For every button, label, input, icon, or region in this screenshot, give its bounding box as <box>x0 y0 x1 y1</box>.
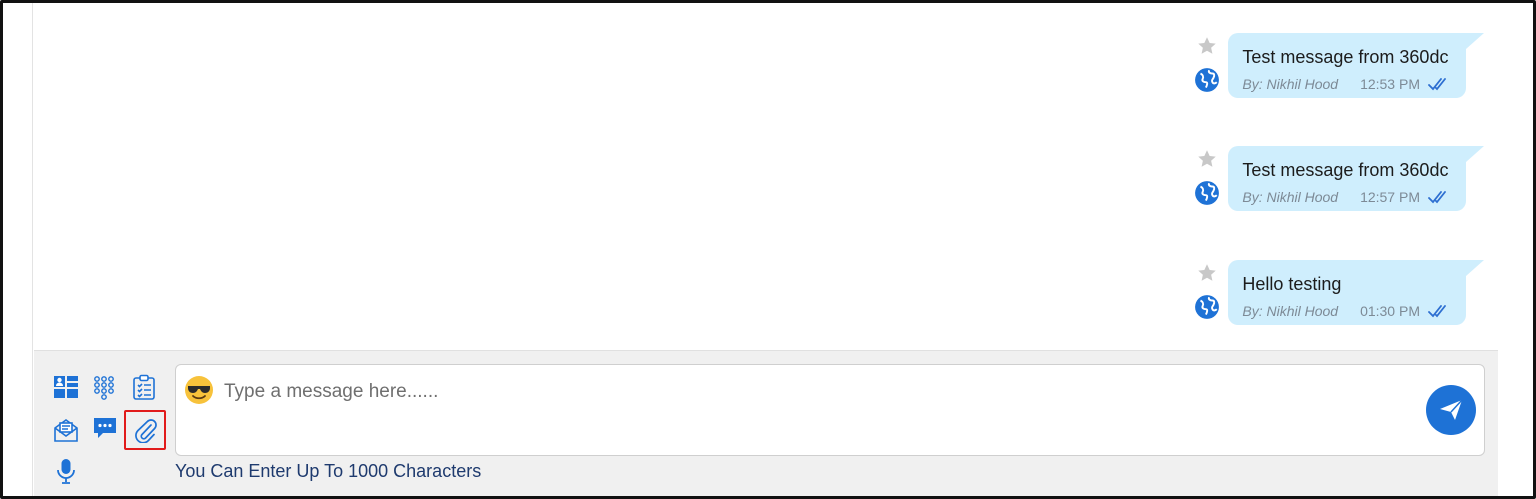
double-check-icon <box>1428 191 1446 204</box>
message-author: By: Nikhil Hood <box>1242 189 1339 205</box>
clipboard-list-button[interactable] <box>130 373 158 401</box>
contact-card-button[interactable] <box>52 373 80 401</box>
message-bubble: Test message from 360dc By: Nikhil Hood … <box>1228 33 1484 98</box>
character-limit-hint: You Can Enter Up To 1000 Characters <box>175 461 482 481</box>
message-bubble: Hello testing By: Nikhil Hood 01:30 PM <box>1228 260 1484 325</box>
message-meta: By: Nikhil Hood 12:53 PM <box>1242 76 1450 92</box>
message-meta: By: Nikhil Hood 01:30 PM <box>1242 303 1450 319</box>
message-list[interactable]: Test message from 360dc By: Nikhil Hood … <box>34 3 1526 350</box>
message-text: Test message from 360dc <box>1242 47 1449 67</box>
message-side <box>1194 33 1220 93</box>
star-icon[interactable] <box>1196 148 1218 170</box>
message-time: 01:30 PM <box>1360 303 1420 319</box>
send-button[interactable] <box>1426 385 1476 435</box>
sunglasses-emoji-icon[interactable] <box>184 375 214 405</box>
paperclip-icon <box>135 419 157 443</box>
microphone-button[interactable] <box>52 457 80 485</box>
contact-card-icon <box>54 376 78 398</box>
send-icon <box>1440 399 1463 420</box>
message-input[interactable] <box>224 377 1404 407</box>
chat-bubble-icon <box>94 418 116 438</box>
message-author: By: Nikhil Hood <box>1242 303 1339 319</box>
globe-icon <box>1195 68 1220 92</box>
chat-bubble-button[interactable] <box>91 414 119 442</box>
message-time: 12:53 PM <box>1360 76 1420 92</box>
star-icon[interactable] <box>1196 262 1218 284</box>
message-bubble: Test message from 360dc By: Nikhil Hood … <box>1228 146 1484 211</box>
double-check-icon <box>1428 78 1446 91</box>
attach-file-button[interactable] <box>124 410 166 450</box>
globe-icon <box>1195 295 1220 319</box>
composer: You Can Enter Up To 1000 Characters <box>34 350 1498 496</box>
envelope-open-button[interactable] <box>52 416 80 444</box>
message-meta: By: Nikhil Hood 12:57 PM <box>1242 189 1450 205</box>
message-item: Test message from 360dc By: Nikhil Hood … <box>1194 33 1484 98</box>
message-side <box>1194 146 1220 206</box>
clipboard-list-icon <box>133 374 155 400</box>
star-icon[interactable] <box>1196 35 1218 57</box>
left-pane <box>3 3 33 496</box>
message-side <box>1194 260 1220 320</box>
double-check-icon <box>1428 305 1446 318</box>
chat-window: Test message from 360dc By: Nikhil Hood … <box>0 0 1536 499</box>
message-input-box <box>175 364 1485 456</box>
dialpad-button[interactable] <box>90 373 118 401</box>
envelope-open-icon <box>54 419 78 442</box>
microphone-icon <box>57 459 75 484</box>
right-strip <box>1498 3 1533 496</box>
message-time: 12:57 PM <box>1360 189 1420 205</box>
dialpad-icon <box>94 376 114 400</box>
message-text: Test message from 360dc <box>1242 160 1449 180</box>
globe-icon <box>1195 181 1220 205</box>
message-item: Hello testing By: Nikhil Hood 01:30 PM <box>1194 260 1484 325</box>
message-text: Hello testing <box>1242 274 1342 294</box>
message-author: By: Nikhil Hood <box>1242 76 1339 92</box>
message-item: Test message from 360dc By: Nikhil Hood … <box>1194 146 1484 211</box>
